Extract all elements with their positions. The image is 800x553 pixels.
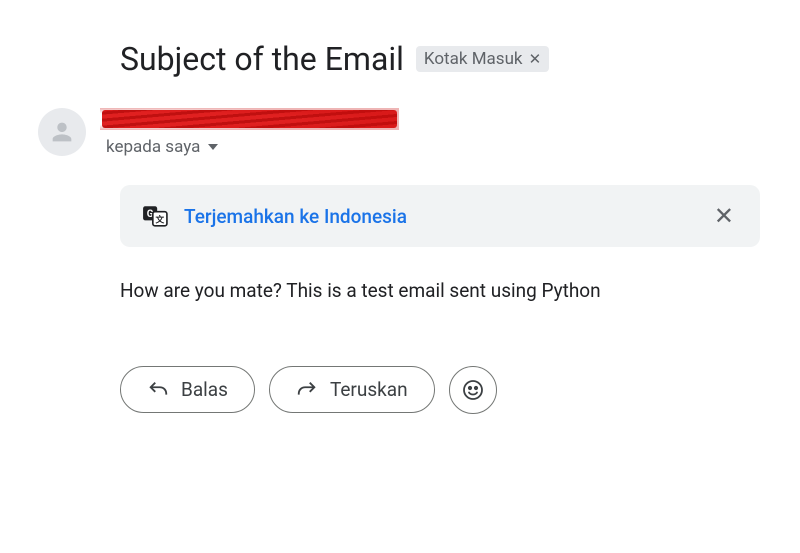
- reply-button[interactable]: Balas: [120, 366, 255, 413]
- forward-icon: [296, 379, 318, 401]
- reply-icon: [147, 379, 169, 401]
- chevron-down-icon: [208, 144, 218, 150]
- forward-label: Teruskan: [330, 378, 408, 401]
- translate-icon: G 文: [142, 203, 168, 229]
- recipient-text: kepada saya: [106, 137, 200, 157]
- close-icon[interactable]: ✕: [710, 204, 738, 228]
- emoji-reaction-button[interactable]: [449, 366, 497, 414]
- email-body: How are you mate? This is a test email s…: [120, 277, 760, 306]
- emoji-icon: [461, 378, 485, 402]
- redaction-overlay: [102, 110, 397, 128]
- translate-bar: G 文 Terjemahkan ke Indonesia ✕: [120, 185, 760, 247]
- action-row: Balas Teruskan: [120, 366, 760, 414]
- translate-link[interactable]: Terjemahkan ke Indonesia: [184, 205, 694, 228]
- person-icon: [48, 118, 76, 146]
- email-header: Subject of the Email Kotak Masuk ✕: [120, 40, 760, 78]
- close-icon[interactable]: ✕: [529, 50, 542, 68]
- sender-info: redacted@example.com kepada saya: [106, 108, 760, 157]
- sender-email: redacted@example.com: [106, 108, 313, 131]
- content-area: G 文 Terjemahkan ke Indonesia ✕ How are y…: [120, 185, 760, 414]
- recipient-row[interactable]: kepada saya: [106, 137, 760, 157]
- email-subject: Subject of the Email: [120, 40, 404, 78]
- label-chip-text: Kotak Masuk: [424, 49, 523, 69]
- sender-row: redacted@example.com kepada saya: [20, 108, 760, 157]
- reply-label: Balas: [181, 378, 228, 401]
- inbox-label-chip[interactable]: Kotak Masuk ✕: [416, 46, 549, 72]
- avatar[interactable]: [38, 108, 86, 156]
- svg-text:文: 文: [155, 214, 165, 226]
- forward-button[interactable]: Teruskan: [269, 366, 435, 413]
